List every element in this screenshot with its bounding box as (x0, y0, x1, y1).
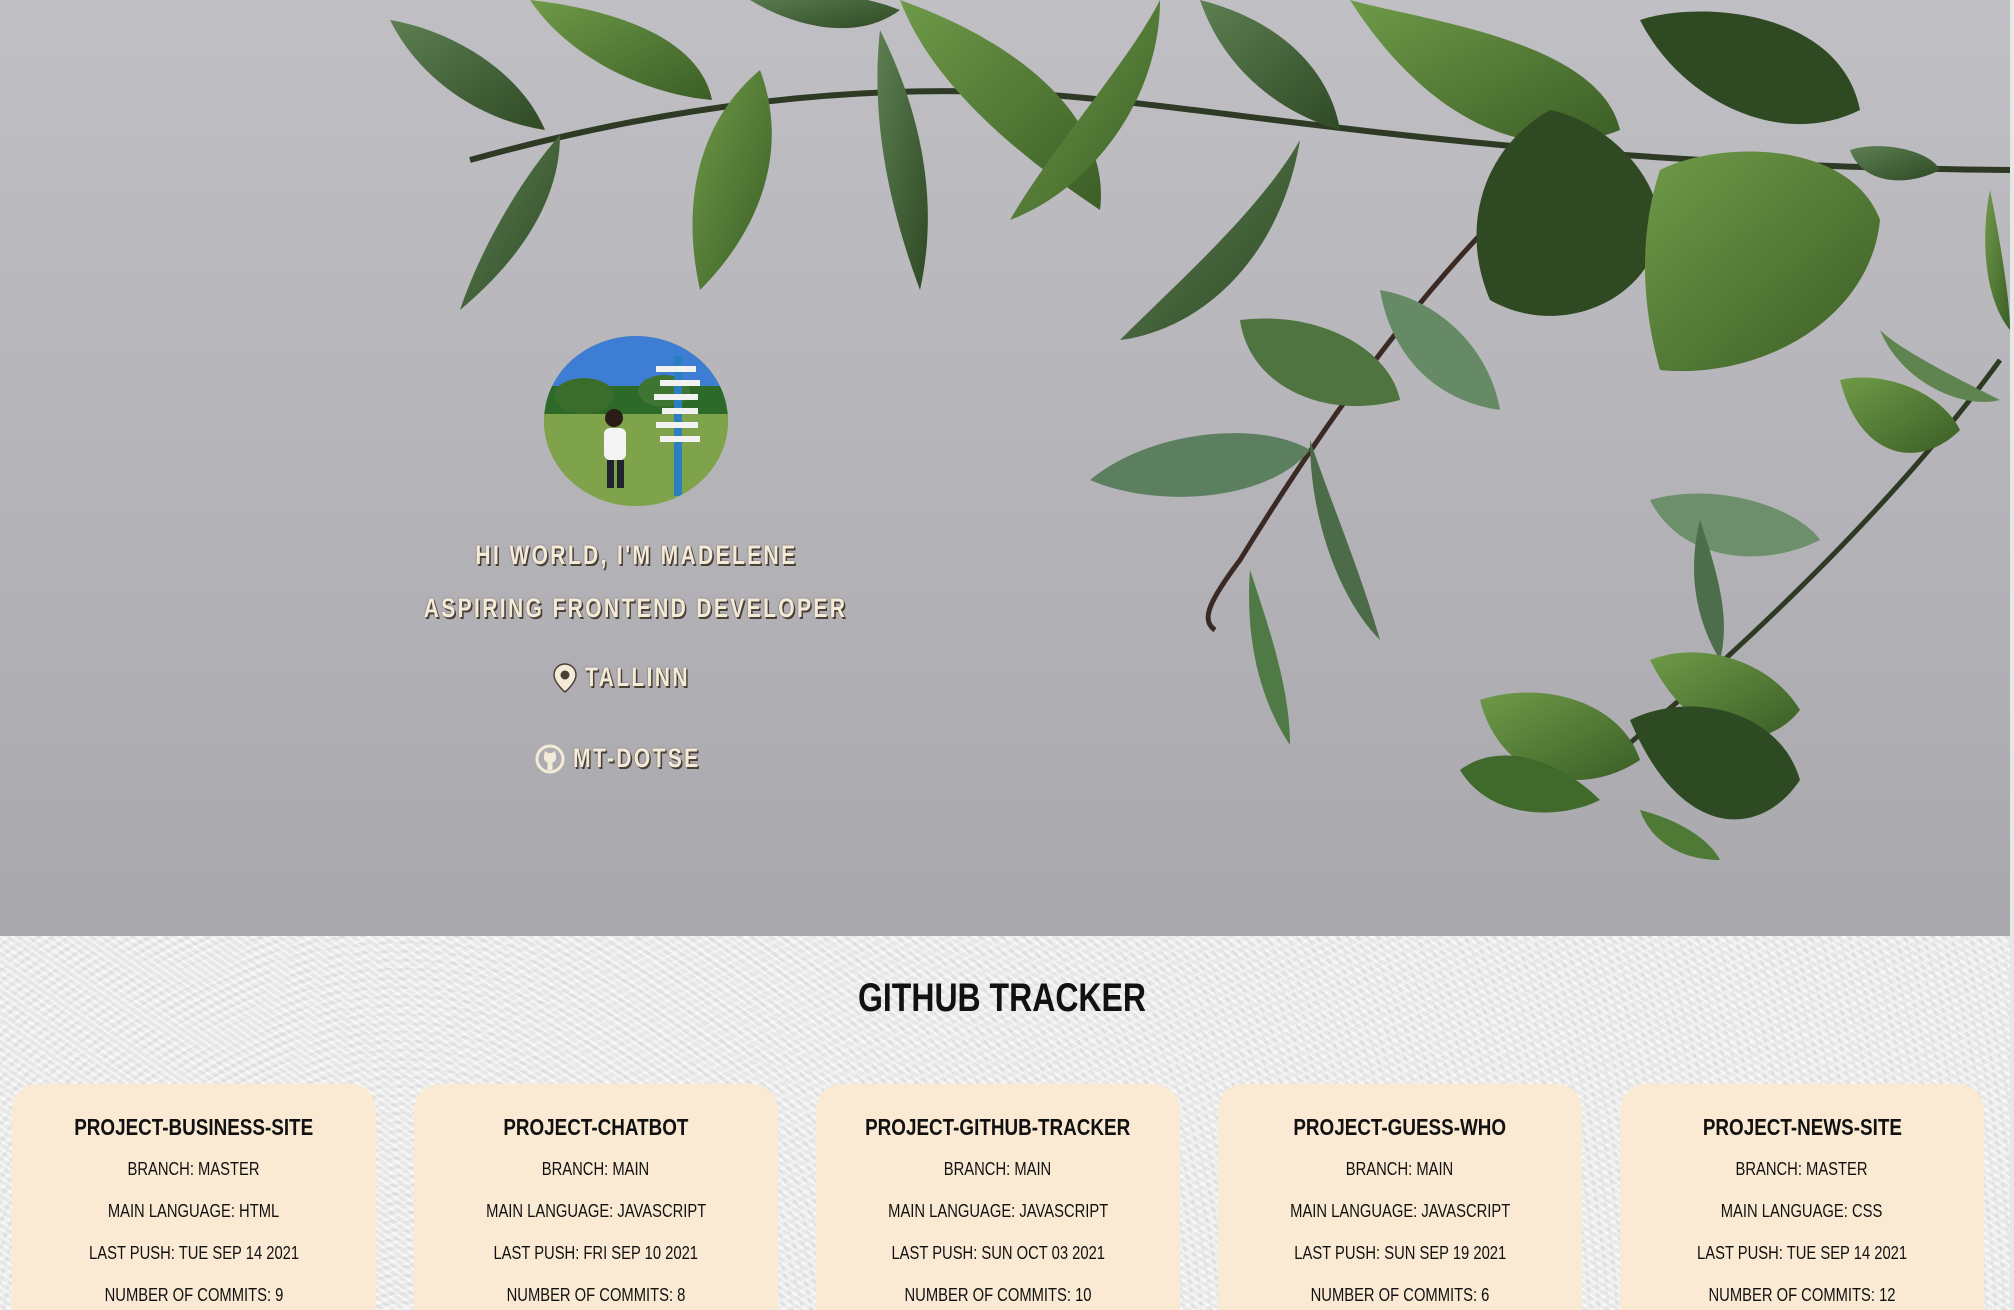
project-card-list: PROJECT-BUSINESS-SITE BRANCH: MASTER MAI… (12, 1084, 1984, 1310)
project-name[interactable]: PROJECT-NEWS-SITE (1702, 1114, 1901, 1141)
github-tracker-section: GITHUB TRACKER PROJECT-BUSINESS-SITE BRA… (0, 936, 2014, 1310)
project-name[interactable]: PROJECT-BUSINESS-SITE (75, 1114, 314, 1141)
eucalyptus-leaves-image (390, 0, 2010, 860)
project-branch: BRANCH: MAIN (944, 1159, 1052, 1179)
project-card[interactable]: PROJECT-GUESS-WHO BRANCH: MAIN MAIN LANG… (1218, 1084, 1582, 1310)
github-profile-link[interactable]: MT-DOTSE (535, 743, 737, 774)
location-row: TALLINN (552, 662, 719, 693)
project-last-push: LAST PUSH: SUN SEP 19 2021 (1294, 1243, 1506, 1263)
project-commits: NUMBER OF COMMITS: 10 (904, 1285, 1092, 1305)
project-branch: BRANCH: MAIN (1346, 1159, 1454, 1179)
map-pin-icon (552, 662, 577, 693)
project-card[interactable]: PROJECT-CHATBOT BRANCH: MAIN MAIN LANGUA… (414, 1084, 778, 1310)
project-name[interactable]: PROJECT-GITHUB-TRACKER (865, 1114, 1130, 1141)
project-commits: NUMBER OF COMMITS: 12 (1708, 1285, 1896, 1305)
project-last-push: LAST PUSH: TUE SEP 14 2021 (1696, 1243, 1908, 1263)
role-text: ASPIRING FRONTEND DEVELOPER (424, 593, 848, 623)
project-card[interactable]: PROJECT-BUSINESS-SITE BRANCH: MASTER MAI… (12, 1084, 376, 1310)
project-language: MAIN LANGUAGE: JAVASCRIPT (887, 1201, 1109, 1221)
project-last-push: LAST PUSH: SUN OCT 03 2021 (891, 1243, 1105, 1263)
hero-section: HI WORLD, I'M MADELENE ASPIRING FRONTEND… (0, 0, 2010, 936)
location-text: TALLINN (584, 662, 690, 692)
project-card[interactable]: PROJECT-NEWS-SITE BRANCH: MASTER MAIN LA… (1620, 1084, 1984, 1310)
section-title: GITHUB TRACKER (858, 976, 1146, 1020)
project-commits: NUMBER OF COMMITS: 8 (506, 1285, 686, 1305)
project-last-push: LAST PUSH: FRI SEP 10 2021 (493, 1243, 699, 1263)
github-username: MT-DOTSE (573, 743, 701, 773)
project-name[interactable]: PROJECT-GUESS-WHO (1294, 1114, 1507, 1141)
project-language: MAIN LANGUAGE: JAVASCRIPT (1289, 1201, 1511, 1221)
project-last-push: LAST PUSH: TUE SEP 14 2021 (88, 1243, 300, 1263)
profile-card: HI WORLD, I'M MADELENE ASPIRING FRONTEND… (424, 336, 845, 774)
project-branch: BRANCH: MASTER (1735, 1159, 1869, 1179)
greeting-text: HI WORLD, I'M MADELENE (474, 540, 798, 570)
page-scrollbar[interactable] (2010, 0, 2014, 1310)
project-language: MAIN LANGUAGE: HTML (108, 1201, 280, 1221)
project-name[interactable]: PROJECT-CHATBOT (503, 1114, 688, 1141)
avatar (544, 336, 728, 506)
project-language: MAIN LANGUAGE: CSS (1721, 1201, 1883, 1221)
project-commits: NUMBER OF COMMITS: 9 (104, 1285, 284, 1305)
project-branch: BRANCH: MAIN (542, 1159, 650, 1179)
project-branch: BRANCH: MASTER (127, 1159, 261, 1179)
project-language: MAIN LANGUAGE: JAVASCRIPT (485, 1201, 707, 1221)
project-card[interactable]: PROJECT-GITHUB-TRACKER BRANCH: MAIN MAIN… (816, 1084, 1180, 1310)
project-commits: NUMBER OF COMMITS: 6 (1310, 1285, 1490, 1305)
github-icon (535, 744, 565, 774)
